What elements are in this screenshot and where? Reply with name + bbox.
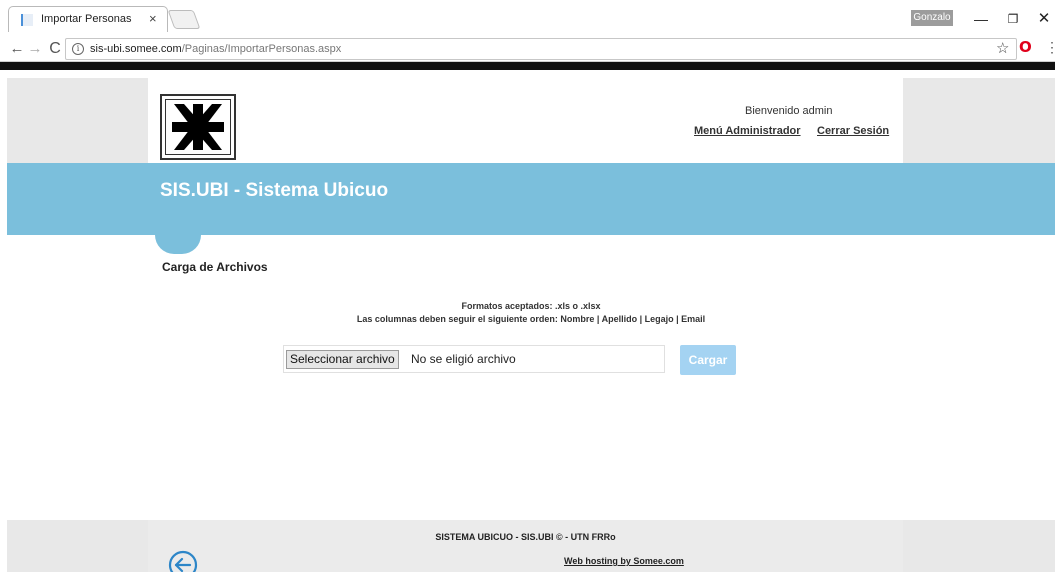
logout-link[interactable]: Cerrar Sesión — [817, 125, 889, 137]
new-tab-button[interactable] — [167, 10, 201, 29]
hosting-link[interactable]: Web hosting by Somee.com — [564, 556, 684, 566]
restore-icon[interactable]: ❐ — [1000, 9, 1026, 29]
footer-content: SISTEMA UBICUO - SIS.UBI © - UTN FRRo We… — [148, 520, 903, 572]
site-header: Bienvenido admin Menú Administrador Cerr… — [7, 78, 1055, 163]
banner-decoration — [155, 235, 201, 254]
info-icon[interactable]: i — [72, 43, 84, 55]
footer-copyright: SISTEMA UBICUO - SIS.UBI © - UTN FRRo — [435, 532, 616, 542]
column-order-text: Las columnas deben seguir el siguiente o… — [356, 314, 706, 324]
choose-file-button[interactable]: Seleccionar archivo — [286, 350, 399, 369]
profile-badge[interactable]: Gonzalo — [911, 10, 953, 26]
reload-icon[interactable]: C — [46, 39, 64, 59]
url-host: sis-ubi.somee.com — [90, 43, 182, 55]
utn-logo-icon — [172, 104, 224, 150]
file-status-text: No se eligió archivo — [411, 352, 516, 366]
bookmark-star-icon[interactable]: ☆ — [996, 39, 1009, 57]
url-text: sis-ubi.somee.com/Paginas/ImportarPerson… — [90, 43, 341, 55]
browser-menu-icon[interactable]: ⋮ — [1045, 39, 1055, 56]
accepted-formats-text: Formatos aceptados: .xls o .xlsx — [461, 301, 601, 311]
site-title: SIS.UBI - Sistema Ubicuo — [160, 180, 389, 201]
back-circle-icon[interactable] — [168, 550, 198, 572]
browser-toolbar: ← → C i sis-ubi.somee.com/Paginas/Import… — [0, 36, 1055, 62]
page-favicon-icon — [21, 14, 33, 26]
tab-title: Importar Personas — [41, 13, 132, 25]
opera-extension-icon[interactable]: O — [1019, 38, 1032, 56]
browser-window: Importar Personas × Gonzalo — ❐ ✕ ← → C … — [0, 0, 1055, 572]
header-content: Bienvenido admin Menú Administrador Cerr… — [148, 78, 903, 163]
url-path: /Paginas/ImportarPersonas.aspx — [181, 43, 342, 55]
section-title: Carga de Archivos — [162, 260, 268, 274]
upload-button[interactable]: Cargar — [680, 345, 736, 375]
admin-menu-link[interactable]: Menú Administrador — [694, 125, 801, 137]
file-input[interactable]: Seleccionar archivo No se eligió archivo — [283, 345, 665, 373]
address-bar[interactable]: i sis-ubi.somee.com/Paginas/ImportarPers… — [65, 38, 1017, 60]
forward-arrow-icon[interactable]: → — [26, 39, 44, 59]
back-arrow-icon[interactable]: ← — [8, 39, 26, 59]
title-banner: SIS.UBI - Sistema Ubicuo — [7, 163, 1055, 235]
tab-strip: Importar Personas × Gonzalo — ❐ ✕ — [0, 0, 1055, 36]
page-content: Bienvenido admin Menú Administrador Cerr… — [0, 62, 1055, 572]
utn-logo[interactable] — [160, 94, 236, 160]
minimize-icon[interactable]: — — [968, 9, 994, 29]
tab-close-icon[interactable]: × — [149, 11, 157, 26]
window-close-icon[interactable]: ✕ — [1031, 9, 1055, 29]
welcome-text: Bienvenido admin — [745, 105, 833, 117]
logo-frame — [165, 99, 231, 155]
site-footer: SISTEMA UBICUO - SIS.UBI © - UTN FRRo We… — [7, 520, 1055, 572]
browser-tab[interactable]: Importar Personas × — [8, 6, 168, 32]
